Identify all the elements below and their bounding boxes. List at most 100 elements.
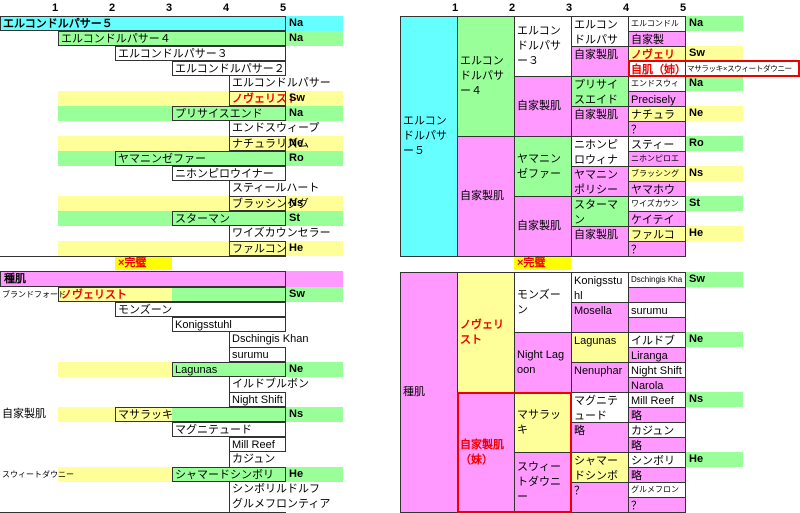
pedigree-cell: Liranga (628, 347, 686, 363)
pedigree-cell: モンズーン (514, 272, 572, 333)
pedigree-name: エルコンドルパサー４ (58, 31, 286, 46)
generation-header-right: 2 (509, 2, 516, 14)
pedigree-cell: シャマードシンボリ (571, 452, 629, 483)
pedigree-cell: Night Lagoon (514, 332, 572, 393)
generation-header-right: 3 (566, 2, 573, 14)
pedigree-name: カジュン (229, 452, 299, 467)
pedigree-cell (628, 287, 686, 303)
pedigree-name: 自家製肌 (574, 109, 618, 121)
pedigree-name: Lagunas (574, 335, 617, 347)
factor-badge: St (686, 196, 743, 211)
highlight-frame (457, 392, 572, 513)
pedigree-cell: ワイズカウンセラー (628, 196, 686, 212)
pedigree-name: Nenuphar (574, 365, 623, 377)
factor-badge: Na (289, 17, 304, 29)
pedigree-name: スターマン (574, 199, 618, 226)
pedigree-name: 自家製肌 (517, 100, 561, 112)
pedigree-cell: ヤマニンゼファー (514, 136, 572, 197)
pedigree-name: Night Shift (631, 365, 682, 377)
side-label: スウィートダウニー (2, 470, 74, 479)
pedigree-name: ？ (574, 485, 585, 497)
pedigree-cell: surumu (628, 302, 686, 318)
factor-badge: Na (686, 76, 743, 91)
factor-badge: Na (686, 16, 743, 31)
factor-badge: He (686, 226, 743, 241)
pedigree-name: エルコンドルパサー (229, 76, 331, 91)
pedigree-name: カジュン (631, 425, 675, 437)
pedigree-name: 自家製肌 (574, 49, 618, 61)
factor-badge: Ns (289, 408, 304, 420)
pedigree-name: Liranga (631, 350, 668, 362)
pedigree-cell: エルコンドルパサー５ (400, 16, 458, 257)
pedigree-name: グルメフロンティア (229, 497, 330, 512)
pedigree-name: surumu (229, 347, 286, 362)
pedigree-cell: スターマン (571, 196, 629, 227)
row-highlight (58, 467, 172, 482)
pedigree-name: スティールハート (229, 181, 319, 196)
factor-badge: Ne (686, 332, 743, 347)
side-label: 自家製肌 (2, 408, 46, 420)
pedigree-name: エルコンドルパサー２ (172, 61, 286, 76)
pedigree-cell: Lagunas (571, 332, 629, 363)
pedigree-name: ニホンピロウイナー (172, 166, 286, 181)
pedigree-name: シャマードシンボリ (574, 455, 618, 482)
pedigree-cell: ケイテイルート (628, 211, 686, 227)
pedigree-cell: 略 (628, 437, 686, 453)
pedigree-cell: ？ (571, 482, 629, 513)
pedigree-name: プリサイスエンド (172, 106, 286, 121)
section-title: 種肌 (0, 271, 286, 287)
pedigree-cell: エンドスウィープ (628, 76, 686, 92)
pedigree-name: 種肌 (403, 386, 425, 398)
pedigree-name: 自家製肌 (517, 220, 561, 232)
pedigree-name: エルコンドルパサー２ (574, 19, 618, 46)
pedigree-cell: エルコンドルパサー３ (514, 16, 572, 77)
pedigree-name: マサラッキ (115, 407, 286, 422)
pedigree-name: ノヴェリスト (229, 91, 298, 106)
pedigree-cell: ？ (628, 121, 686, 137)
factor-badge: Ns (686, 166, 743, 181)
pedigree-name: シャマードシンボリ (172, 467, 286, 482)
factor-badge: He (686, 452, 743, 467)
pedigree-cell: 種肌 (400, 272, 458, 513)
pedigree-name: 自家製 (631, 34, 664, 46)
side-label: ブランドフォード (2, 290, 66, 299)
factor-badge: St (289, 212, 300, 224)
pedigree-name: 略 (631, 410, 642, 422)
pedigree-name: ファルコン (229, 241, 287, 256)
factor-badge: Ns (289, 197, 304, 209)
pedigree-cell: ブラッシンググルーム (628, 166, 686, 182)
pedigree-name: Konigsstuhl (172, 317, 286, 332)
generation-header-right: 5 (680, 2, 687, 14)
pedigree-cell: Dschingis Khan (628, 272, 686, 288)
pedigree-cell: ノヴェリスト (457, 272, 515, 393)
pedigree-cell: グルメフロンティア (628, 482, 686, 498)
pedigree-name: 自家製肌 (574, 229, 618, 241)
pedigree-name: Dschingis Khan (229, 332, 308, 347)
pedigree-cell (628, 317, 686, 333)
perfect-mark-right: ×完璧 (514, 257, 571, 270)
factor-badge: Sw (686, 46, 743, 61)
pedigree-name: エルコンドルパサー３ (115, 46, 286, 61)
pedigree-cell: Konigsstuhl (571, 272, 629, 303)
pedigree-name: エルコンドルパサー５ (403, 115, 447, 157)
pedigree-cell: プリサイスエイド (571, 76, 629, 107)
factor-badge: Sw (289, 92, 305, 104)
pedigree-name: ノヴェリスト (58, 287, 286, 302)
pedigree-name: ？ (631, 500, 642, 512)
pedigree-name: マグニテュード (574, 395, 618, 422)
generation-header-left: 2 (109, 2, 116, 14)
pedigree-name: 自家製肌 (460, 190, 504, 202)
factor-badge: Na (289, 32, 304, 44)
pedigree-name: ワイズカウンセラー (229, 226, 331, 241)
pedigree-name: Mill Reef (229, 437, 286, 452)
pedigree-cell: 自家製 (628, 31, 686, 47)
pedigree-name: Mill Reef (631, 395, 674, 407)
pedigree-cell: エルコンドルパサー (628, 16, 686, 32)
factor-badge: Sw (686, 272, 743, 287)
row-highlight (58, 362, 172, 377)
pedigree-name: モンズーン (115, 302, 286, 317)
pedigree-cell: ファルコン (628, 226, 686, 242)
pedigree-cell: Nenuphar (571, 362, 629, 393)
pedigree-cell: マグニテュード (571, 392, 629, 423)
pedigree-name: イルドブルボン (229, 377, 309, 392)
